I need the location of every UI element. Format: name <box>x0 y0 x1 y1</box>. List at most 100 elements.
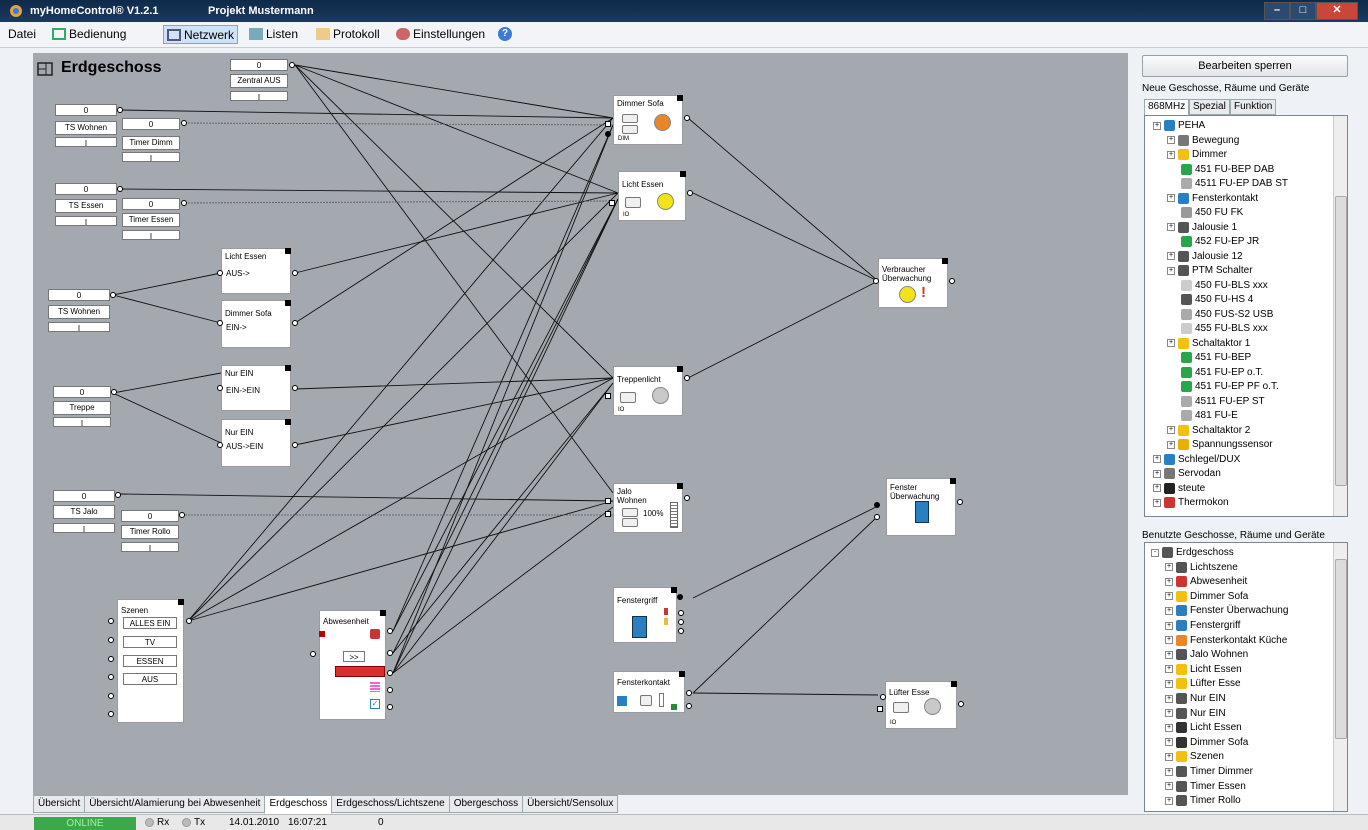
down-button[interactable] <box>622 518 638 527</box>
expand-icon[interactable]: + <box>1165 782 1173 791</box>
input-port[interactable] <box>108 618 114 624</box>
tree-item[interactable]: + Jalousie 1 <box>1167 221 1237 233</box>
szenen-block[interactable]: Szenen ALLES EIN TV ESSEN AUS <box>117 599 184 723</box>
up-button[interactable] <box>622 508 638 517</box>
expand-icon[interactable]: + <box>1165 679 1173 688</box>
tree-item[interactable]: 451 FU-BEP DAB <box>1181 163 1274 175</box>
expand-icon[interactable]: + <box>1167 150 1175 159</box>
input-port[interactable] <box>217 320 223 326</box>
expand-icon[interactable]: + <box>1167 136 1175 144</box>
expand-icon[interactable]: + <box>1165 767 1173 776</box>
input-port[interactable] <box>874 502 880 508</box>
tree-item[interactable]: + Schaltaktor 2 <box>1167 424 1250 436</box>
input-port[interactable] <box>108 674 114 680</box>
sensor-o-pill[interactable]: 0 <box>122 198 180 210</box>
scene-tv-button[interactable]: TV <box>123 636 177 648</box>
toggle-button[interactable] <box>640 695 652 706</box>
scene-dimmer-sofa[interactable]: Dimmer Sofa EIN-> <box>221 300 291 348</box>
input-port[interactable] <box>605 131 611 137</box>
tab-uebersicht[interactable]: Übersicht <box>33 795 86 813</box>
input-port[interactable] <box>605 393 611 399</box>
input-port[interactable] <box>108 656 114 662</box>
expand-icon[interactable]: + <box>1165 709 1173 718</box>
logic-nur-ein-1[interactable]: Nur EIN EIN->EIN <box>221 365 291 411</box>
output-port[interactable] <box>686 690 692 696</box>
tree-item[interactable]: 451 FU-BEP <box>1181 352 1251 363</box>
output-port[interactable] <box>115 492 121 498</box>
tree-scrollbar[interactable] <box>1333 116 1347 516</box>
menu-netzwerk[interactable]: Netzwerk <box>163 25 239 44</box>
sensor-i-pill[interactable]: I <box>55 137 117 148</box>
expand-icon[interactable]: + <box>1153 498 1161 507</box>
tree-item[interactable]: + Spannungssensor <box>1167 439 1273 450</box>
input-port[interactable] <box>609 200 615 206</box>
output-port[interactable] <box>181 200 187 206</box>
sensor-o-pill[interactable]: 0 <box>122 118 180 130</box>
tab-spezial[interactable]: Spezial <box>1189 99 1230 115</box>
output-port[interactable] <box>949 278 955 284</box>
expand-icon[interactable]: + <box>1165 752 1173 761</box>
actuator-treppenlicht[interactable]: Treppenlicht IO <box>613 366 683 416</box>
output-port[interactable] <box>958 701 964 707</box>
device-tree[interactable]: + PEHA + Bewegung + Dimmer 451 FU-BEP DAB 4511 … <box>1144 115 1348 517</box>
tab-uebersicht-sensolux[interactable]: Übersicht/Sensolux <box>522 795 619 813</box>
expand-icon[interactable]: + <box>1165 694 1173 703</box>
output-port[interactable] <box>957 499 963 505</box>
up-button[interactable] <box>622 114 638 123</box>
menu-einstellungen[interactable]: Einstellungen <box>396 27 485 41</box>
tab-erdgeschoss[interactable]: Erdgeschoss <box>264 795 333 814</box>
sensor-i-pill[interactable]: I <box>55 216 117 227</box>
tree-item[interactable]: + Schaltaktor 1 <box>1167 337 1250 349</box>
expand-icon[interactable]: + <box>1165 606 1173 615</box>
used-tree-item[interactable]: + Fenster Überwachung <box>1165 605 1288 617</box>
checkbox-icon[interactable]: ✓ <box>370 699 380 709</box>
expand-icon[interactable]: + <box>1165 738 1173 747</box>
used-tree-item[interactable]: + Dimmer Sofa <box>1165 590 1248 602</box>
output-port[interactable] <box>684 495 690 501</box>
tree-item[interactable]: + Fensterkontakt <box>1167 192 1258 204</box>
input-port[interactable] <box>217 442 223 448</box>
output-port[interactable] <box>117 107 123 113</box>
tree-item[interactable]: 481 FU-E <box>1181 410 1238 421</box>
tree-item[interactable]: 4511 FU-EP DAB ST <box>1181 178 1288 189</box>
output-port[interactable] <box>686 703 692 709</box>
expand-icon[interactable]: + <box>1167 252 1175 260</box>
tree-item[interactable]: 451 FU-EP o.T. <box>1181 366 1263 378</box>
toggle-button[interactable] <box>893 702 909 713</box>
input-port[interactable] <box>605 121 611 127</box>
close-button[interactable]: ✕ <box>1316 2 1358 20</box>
output-port[interactable] <box>292 385 298 391</box>
minimize-button[interactable]: – <box>1264 2 1290 20</box>
expand-icon[interactable]: + <box>1165 577 1173 586</box>
used-tree-item[interactable]: + Nur EIN <box>1165 707 1226 719</box>
tab-funktion[interactable]: Funktion <box>1230 99 1277 115</box>
input-port[interactable] <box>605 511 611 517</box>
sensor-i-pill[interactable]: I <box>53 417 111 428</box>
used-tree-item[interactable]: + Dimmer Sofa <box>1165 736 1248 748</box>
abwesenheit-block[interactable]: Abwesenheit >> ✓ <box>319 610 386 720</box>
used-tree-item[interactable]: + Lichtszene <box>1165 561 1238 573</box>
sensor-o-pill[interactable]: 0 <box>53 490 115 502</box>
output-port[interactable] <box>677 594 683 600</box>
expand-icon[interactable]: + <box>1165 592 1173 601</box>
verbraucher-ueberwachung[interactable]: Verbraucher Überwachung ! <box>878 258 948 308</box>
actuator-jalo-wohnen[interactable]: Jalo Wohnen 100% <box>613 483 683 533</box>
forward-button[interactable]: >> <box>343 651 365 662</box>
menu-listen[interactable]: Listen <box>249 27 298 41</box>
sensor-o-pill[interactable]: 0 <box>55 183 117 195</box>
output-port[interactable] <box>387 628 393 634</box>
tree-item[interactable]: + PTM Schalter <box>1167 265 1253 276</box>
tab-erdgeschoss-lichtszene[interactable]: Erdgeschoss/Lichtszene <box>331 795 450 813</box>
expand-icon[interactable]: + <box>1167 223 1175 231</box>
expand-icon[interactable]: - <box>1151 548 1159 557</box>
expand-icon[interactable]: + <box>1165 723 1173 732</box>
output-port[interactable] <box>678 610 684 616</box>
sensor-o-pill[interactable]: 0 <box>121 510 179 522</box>
tab-obergeschoss[interactable]: Obergeschoss <box>448 795 524 813</box>
fenstergriff[interactable]: Fenstergriff <box>613 587 677 643</box>
tree-item[interactable]: 450 FUS-S2 USB <box>1181 308 1273 320</box>
output-port[interactable] <box>678 619 684 625</box>
expand-icon[interactable]: + <box>1167 426 1175 434</box>
output-port[interactable] <box>186 618 192 624</box>
output-port[interactable] <box>387 704 393 710</box>
